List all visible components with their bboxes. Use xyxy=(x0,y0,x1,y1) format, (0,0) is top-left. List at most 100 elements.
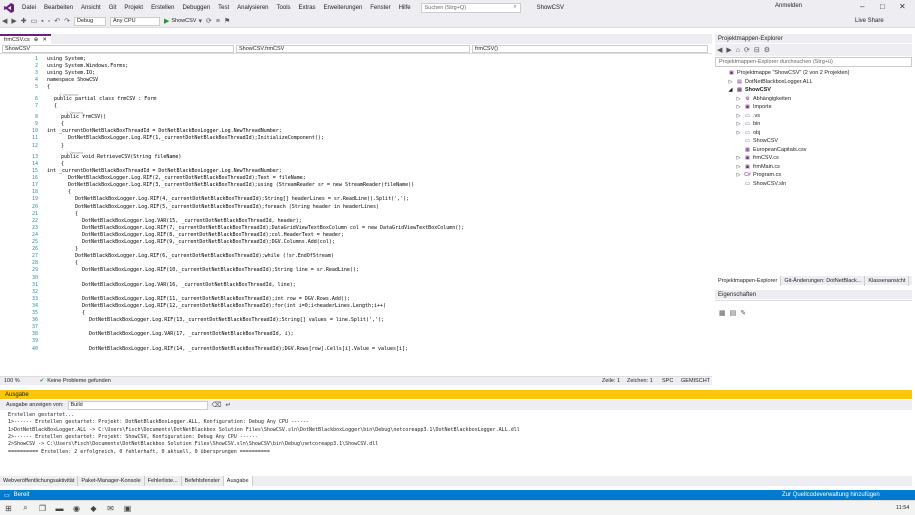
code-line[interactable]: { xyxy=(75,260,78,266)
output-source-dropdown[interactable]: Build xyxy=(67,400,208,410)
expander-icon[interactable]: ▷ xyxy=(735,96,742,102)
dropdown-icon[interactable]: ▾ xyxy=(196,17,204,25)
code-line[interactable]: DotNetBlackBoxLogger.Log.RIF(12,_current… xyxy=(82,303,386,309)
code-line[interactable]: public frmCSV() xyxy=(61,114,106,120)
code-line[interactable]: DotNetBlackBoxLogger.Log.RIF(11,_current… xyxy=(82,296,350,302)
config-dropdown[interactable]: Debug xyxy=(74,16,106,26)
forward-icon[interactable]: ▶ xyxy=(9,17,18,25)
categorized-icon[interactable]: ▦ xyxy=(717,309,728,317)
tree-item[interactable]: ▷ ▣ frmMain.cs xyxy=(735,164,780,170)
clear-icon[interactable]: ⌫ xyxy=(210,401,224,409)
nav-member-dropdown[interactable]: frmCSV() xyxy=(472,45,708,53)
code-line[interactable]: using System.IO; xyxy=(47,70,95,76)
tree-item[interactable]: ▦ EuropeanCapitals.csv xyxy=(735,147,806,153)
alphabetical-icon[interactable]: ▤ xyxy=(728,309,739,317)
close-icon[interactable]: ✕ xyxy=(899,2,906,11)
code-line[interactable]: DotNetBlackBoxLogger.Log.RIF(3,_currentD… xyxy=(68,182,414,188)
expander-icon[interactable]: ▷ xyxy=(735,164,742,170)
back-icon[interactable]: ◀ xyxy=(0,17,9,25)
wrench-icon[interactable]: ✎ xyxy=(738,309,748,317)
menu-item[interactable]: Analysieren xyxy=(233,5,272,11)
code-line[interactable]: DotNetBlackBoxLogger.Log.RIF(7,_currentD… xyxy=(82,225,464,231)
back-icon[interactable]: ◀ xyxy=(715,46,724,54)
menu-item[interactable]: Ansicht xyxy=(77,5,105,11)
nav-class-dropdown[interactable]: ShowCSV.frmCSV xyxy=(236,45,470,53)
output-text[interactable]: Erstellen gestartet... 1>------ Erstellen… xyxy=(0,410,912,476)
code-line[interactable]: namespace ShowCSV xyxy=(47,77,98,83)
code-line[interactable]: DotNetBlackBoxLogger.Log.RIF(8,_currentD… xyxy=(82,232,344,238)
code-line[interactable]: } xyxy=(61,143,64,149)
code-line[interactable]: { xyxy=(68,189,71,195)
browser-icon[interactable]: ◉ xyxy=(71,503,82,514)
nav-project-dropdown[interactable]: ShowCSV xyxy=(2,45,234,53)
code-line[interactable]: DotNetBlackBoxLogger.Log.RIF(9,_currentD… xyxy=(82,239,335,245)
tree-item[interactable]: ▷ C# Program.cs xyxy=(735,172,782,178)
live-share-button[interactable]: Live Share xyxy=(855,18,884,24)
code-line[interactable]: DotNetBlackBoxLogger.Log.RIF(6,_currentD… xyxy=(75,253,334,259)
code-editor[interactable]: 1 using System; 2 using System.Windows.Form… xyxy=(0,54,712,376)
expander-icon[interactable]: ▷ xyxy=(735,104,742,110)
menu-item[interactable]: Test xyxy=(214,5,233,11)
code-line[interactable]: DotNetBlackBoxLogger.Log.RIF(1,_currentD… xyxy=(68,135,324,141)
code-line[interactable]: DotNetBlackBoxLogger.Log.RIF(10,_current… xyxy=(82,267,359,273)
start-button[interactable]: ShowCSV xyxy=(171,18,196,24)
code-line[interactable]: { xyxy=(61,121,64,127)
expander-icon[interactable]: ▷ xyxy=(735,172,742,178)
expander-icon[interactable]: ▷ xyxy=(735,121,742,127)
menu-item[interactable]: Datei xyxy=(18,5,40,11)
code-line[interactable]: int _currentDotNetBlackBoxThreadId = Dot… xyxy=(47,128,282,134)
bottom-tab[interactable]: Webveröffentlichungsaktivität xyxy=(0,476,79,486)
home-icon[interactable]: ⌂ xyxy=(734,47,742,54)
collapse-icon[interactable]: ⊟ xyxy=(752,46,762,54)
menu-item[interactable]: Projekt xyxy=(120,5,147,11)
code-line[interactable]: DotNetBlackBoxLogger.Log.RIF(4,_currentD… xyxy=(75,196,409,202)
code-line[interactable]: DotNetBlackBoxLogger.Log.RIF(14, _curren… xyxy=(89,346,408,352)
tree-item[interactable]: ▣ Projektmappe "ShowCSV" (2 von 2 Projekt… xyxy=(719,70,849,76)
tree-item[interactable]: ▷ ▣ Importe xyxy=(735,104,772,110)
code-line[interactable]: DotNetBlackBoxLogger.Log.RIF(13,_current… xyxy=(89,317,384,323)
code-line[interactable]: { xyxy=(75,211,78,217)
bottom-tab[interactable]: Ausgabe xyxy=(223,476,253,486)
wrap-icon[interactable]: ↵ xyxy=(223,401,233,409)
comment-icon[interactable]: ≡ xyxy=(214,18,222,25)
code-line[interactable]: public void RetrieveCSV(String fileName) xyxy=(61,154,181,160)
expander-icon[interactable]: ◢ xyxy=(727,87,734,93)
code-line[interactable]: } xyxy=(75,246,78,252)
pin-icon[interactable]: ⊕ xyxy=(34,37,39,43)
search-input[interactable]: Suchen (Strg+Q) ⌕ xyxy=(420,2,521,13)
minimize-icon[interactable]: – xyxy=(860,2,864,11)
start-icon[interactable]: ▶ xyxy=(162,17,171,25)
bottom-tab[interactable]: Paket-Manager-Konsole xyxy=(78,476,145,486)
menu-item[interactable]: Tools xyxy=(273,5,295,11)
se-tab[interactable]: Klassenansicht xyxy=(865,275,910,286)
close-tab-icon[interactable]: ✕ xyxy=(42,37,47,43)
windows-start-icon[interactable]: ⊞ xyxy=(3,503,14,514)
store-icon[interactable]: ▣ xyxy=(122,503,133,514)
tree-item[interactable]: ▷ ⚙ Abhängigkeiten xyxy=(735,96,791,102)
menu-item[interactable]: Fenster xyxy=(366,5,394,11)
code-line[interactable]: DotNetBlackBoxLogger.Log.VAR(17, _curren… xyxy=(89,331,294,337)
code-line[interactable]: int _currentDotNetBlackBoxThreadId = Dot… xyxy=(47,168,282,174)
problems-status[interactable]: Keine Probleme gefunden xyxy=(47,378,111,384)
expander-icon[interactable]: ▷ xyxy=(735,155,742,161)
code-line[interactable]: public partial class frmCSV : Form xyxy=(54,96,156,102)
forward-icon[interactable]: ▶ xyxy=(724,46,733,54)
menu-item[interactable]: Bearbeiten xyxy=(40,5,77,11)
code-line[interactable]: DotNetBlackBoxLogger.Log.VAR(15, _curren… xyxy=(82,218,302,224)
bottom-tab[interactable]: Befehlsfenster xyxy=(182,476,224,486)
zoom-level[interactable]: 100 % xyxy=(4,378,20,384)
explorer-icon[interactable]: ▬ xyxy=(54,503,65,514)
tree-item[interactable]: ▭ ShowCSV xyxy=(735,138,778,144)
refresh-icon[interactable]: ⟳ xyxy=(742,46,752,54)
se-tab[interactable]: Projektmappen-Explorer xyxy=(715,275,782,286)
new-project-icon[interactable]: ✚ xyxy=(19,17,29,25)
settings-icon[interactable]: ⚙ xyxy=(762,46,772,54)
code-line[interactable]: { xyxy=(47,84,50,90)
open-icon[interactable]: ▭ xyxy=(29,17,40,25)
vs-taskbar-icon[interactable]: ◆ xyxy=(88,503,99,514)
task-view-icon[interactable]: ❐ xyxy=(37,503,48,514)
tree-item[interactable]: ▷ ▭ obj xyxy=(735,130,761,136)
source-control-button[interactable]: Zur Quellcodeverwaltung hinzufügen xyxy=(782,492,880,498)
code-line[interactable]: { xyxy=(54,103,57,109)
bookmark-icon[interactable]: ⚑ xyxy=(222,17,232,25)
